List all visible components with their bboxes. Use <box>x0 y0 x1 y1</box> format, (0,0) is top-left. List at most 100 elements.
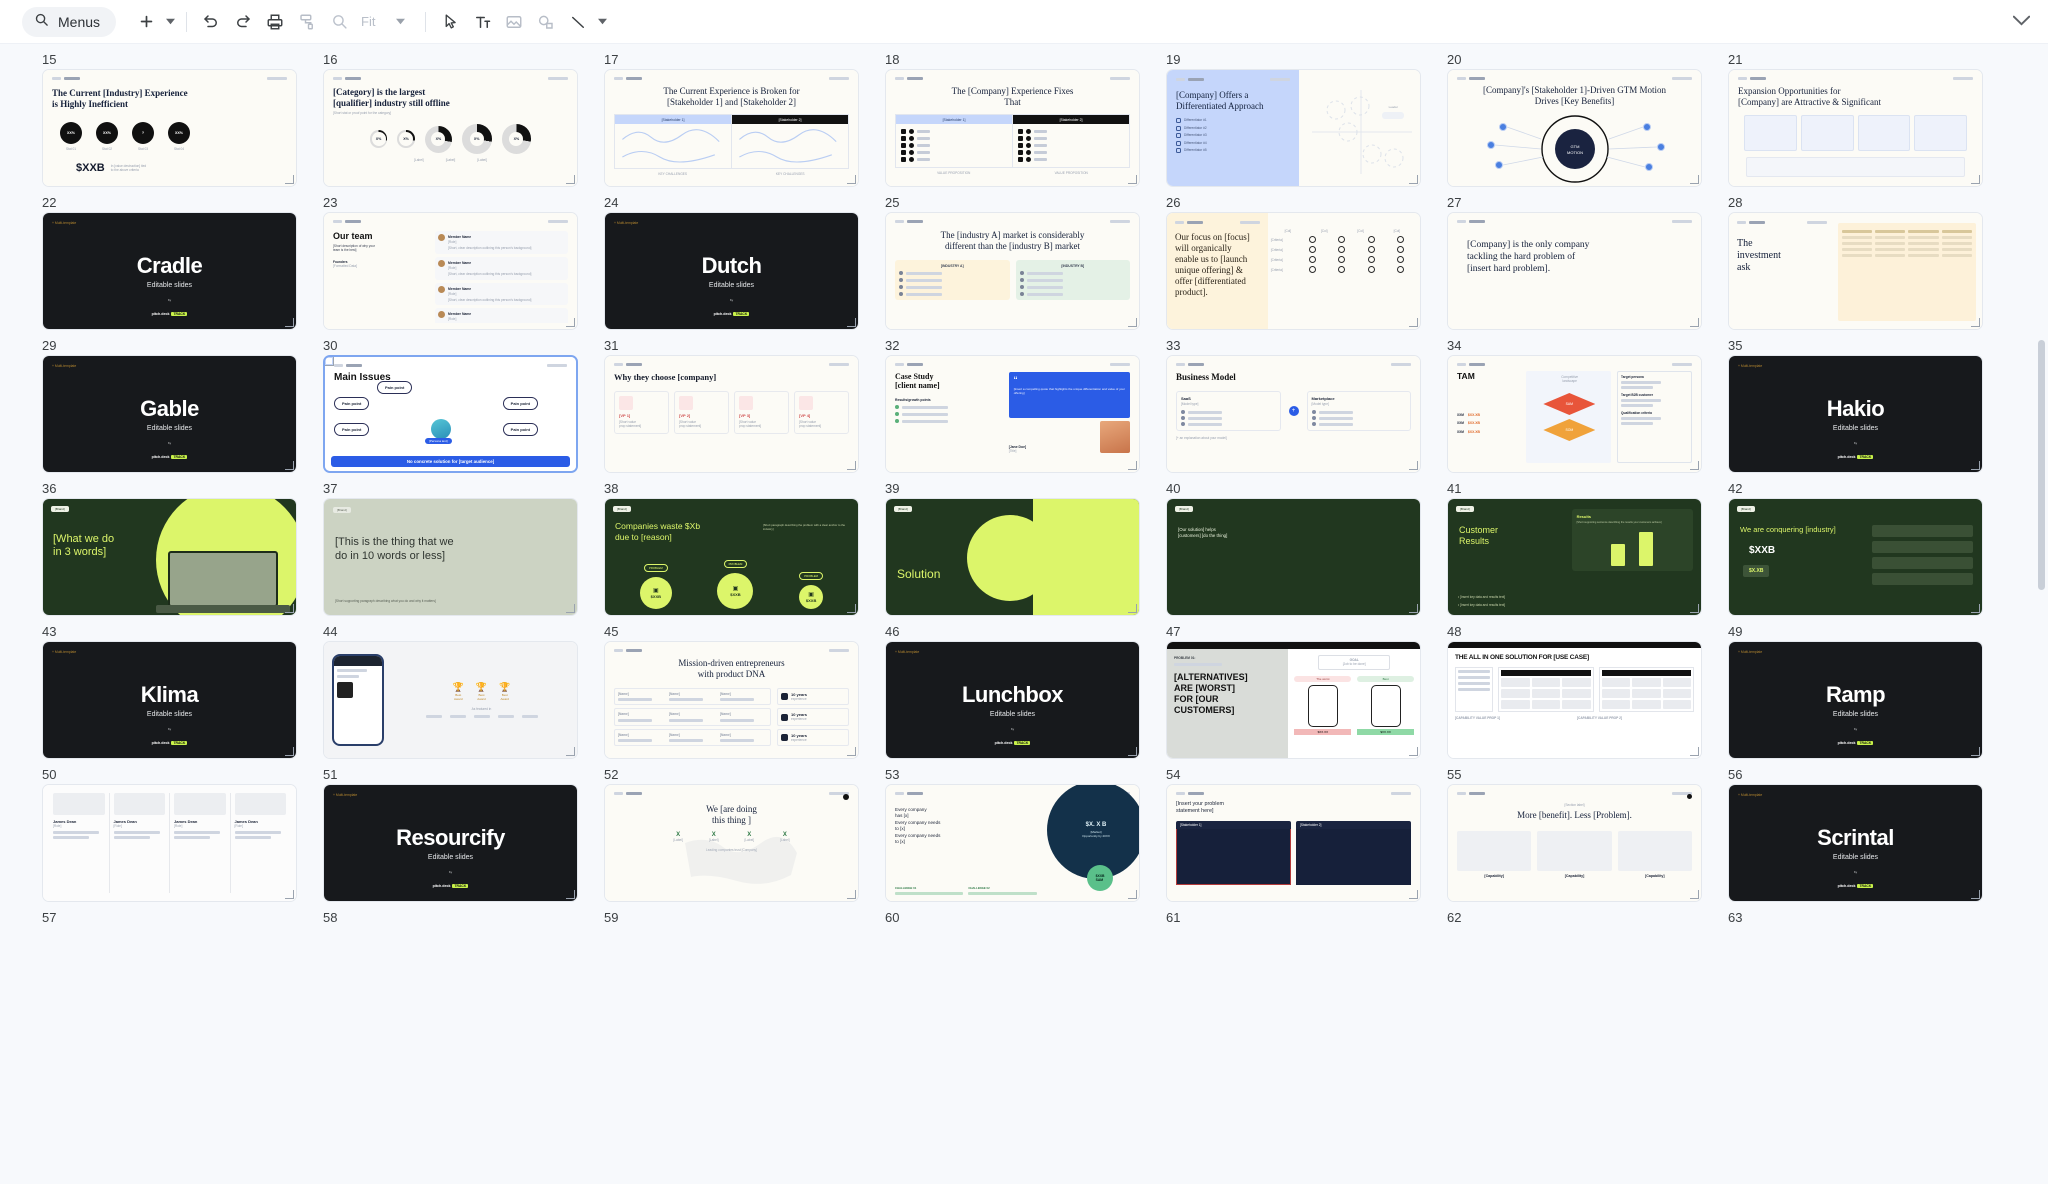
slide-thumbnail[interactable]: THE ALL IN ONE SOLUTION FOR [USE CASE] [… <box>1447 641 1702 759</box>
slide-cell[interactable]: 42 [Brand] We are conquering [industry] … <box>1728 479 2009 622</box>
slide-cell[interactable]: 60 <box>885 908 1166 1051</box>
slide-thumbnail[interactable]: [Brand] Companies waste $Xb due to [reaso… <box>604 498 859 616</box>
select-cursor-icon[interactable] <box>434 6 466 38</box>
slide-cell[interactable]: 39 [Brand] Solution <box>885 479 1166 622</box>
undo-icon[interactable] <box>195 6 227 38</box>
slide-cell[interactable]: 50 James Dean [Role] James Dean [Role] J… <box>42 765 323 908</box>
slide-cell[interactable]: 62 <box>1447 908 1728 1051</box>
slide-cell[interactable]: 44 🏆 Best Award 🏆 Best Award 🏆 Best Award As f… <box>323 622 604 765</box>
slide-thumbnail[interactable]: James Dean [Role] James Dean [Role] Jame… <box>42 784 297 902</box>
slide-cell[interactable]: 22 + Multi-template Cradle Editable slid… <box>42 193 323 336</box>
slide-thumbnail[interactable]: + Multi-template Ramp Editable slides by… <box>1728 641 1983 759</box>
slide-cell[interactable]: 15 The Current [Industry] Experience is H… <box>42 50 323 193</box>
plus-icon[interactable] <box>130 6 162 38</box>
slide-thumbnail[interactable]: [Brand] Solution <box>885 498 1140 616</box>
slide-cell[interactable]: 56 + Multi-template Scrintal Editable sl… <box>1728 765 2009 908</box>
shape-icon[interactable] <box>530 6 562 38</box>
slide-thumbnail[interactable]: [Company] Offers a Differentiated Approac… <box>1166 69 1421 187</box>
slide-thumbnail[interactable]: + Multi-template Lunchbox Editable slide… <box>885 641 1140 759</box>
slide-cell[interactable]: 49 + Multi-template Ramp Editable slides… <box>1728 622 2009 765</box>
slide-cell[interactable]: 24 + Multi-template Dutch Editable slide… <box>604 193 885 336</box>
slide-thumbnail[interactable]: [Section label] More [benefit]. Less [Pr… <box>1447 784 1702 902</box>
slide-cell[interactable]: 19 [Company] Offers a Differentiated Appr… <box>1166 50 1447 193</box>
print-icon[interactable] <box>259 6 291 38</box>
slide-cell[interactable]: 18 The [Company] Experience Fixes That [S… <box>885 50 1166 193</box>
zoom-dropdown-caret[interactable] <box>383 17 417 26</box>
zoom-level-select[interactable]: Fit <box>355 14 417 29</box>
slide-thumbnail[interactable]: [Insert your problem statement here] [Sta… <box>1166 784 1421 902</box>
slide-cell[interactable]: 41 [Brand] Customer Results • [Insert key… <box>1447 479 1728 622</box>
slide-thumbnail[interactable]: [Brand] [What we do in 3 words] <box>42 498 297 616</box>
slide-thumbnail[interactable]: [Company] is the only company tackling th… <box>1447 212 1702 330</box>
slide-cell[interactable]: 46 + Multi-template Lunchbox Editable sl… <box>885 622 1166 765</box>
slide-cell[interactable]: 37 [Brand] [This is the thing that we do … <box>323 479 604 622</box>
line-icon[interactable] <box>562 6 594 38</box>
zoom-icon[interactable] <box>323 6 355 38</box>
paint-format-icon[interactable] <box>291 6 323 38</box>
slide-cell[interactable]: 25 The [industry A] market is considerab… <box>885 193 1166 336</box>
slide-thumbnail[interactable]: Expansion Opportunities for [Company] are… <box>1728 69 1983 187</box>
slide-cell[interactable]: 51 + Multi-template Resourcify Editable … <box>323 765 604 908</box>
slide-thumbnail[interactable]: [Brand] We are conquering [industry] $XX… <box>1728 498 1983 616</box>
slide-thumbnail[interactable]: 🏆 Best Award 🏆 Best Award 🏆 Best Award As feat… <box>323 641 578 759</box>
slide-cell[interactable]: 47 PROBLEM 01: [ALTERNATIVES] ARE [WORST]… <box>1166 622 1447 765</box>
vertical-scrollbar[interactable] <box>2037 90 2046 1184</box>
slide-cell[interactable]: 55 [Section label] More [benefit]. Less … <box>1447 765 1728 908</box>
slide-thumbnail[interactable]: Our focus on [focus] will organically enab… <box>1166 212 1421 330</box>
scrollbar-thumb[interactable] <box>2038 340 2045 590</box>
slide-thumbnail[interactable]: Main Issues Pain point Pain point Pain p… <box>323 355 578 473</box>
slide-thumbnail[interactable]: TAM XXM $XX.XB XXM $XX.XB XXM $XX.XB Competit… <box>1447 355 1702 473</box>
slide-thumbnail[interactable]: Every company has [x] Every company needs t… <box>885 784 1140 902</box>
slide-thumbnail[interactable]: [Brand] [This is the thing that we do in … <box>323 498 578 616</box>
slide-thumbnail[interactable]: We [are doing this thing ] X [Label] X [Labe… <box>604 784 859 902</box>
slide-thumbnail[interactable]: PROBLEM 01: [ALTERNATIVES] ARE [WORST] FOR… <box>1166 641 1421 759</box>
slide-thumbnail[interactable]: [Category] is the largest [qualifier] ind… <box>323 69 578 187</box>
slide-thumbnail[interactable]: The Current [Industry] Experience is High… <box>42 69 297 187</box>
slide-cell[interactable]: 29 + Multi-template Gable Editable slide… <box>42 336 323 479</box>
slide-cell[interactable]: 28 The investment ask <box>1728 193 2009 336</box>
slide-thumbnail[interactable]: + Multi-template Dutch Editable slides b… <box>604 212 859 330</box>
slide-thumbnail[interactable]: + Multi-template Resourcify Editable sli… <box>323 784 578 902</box>
insert-image-icon[interactable] <box>498 6 530 38</box>
slide-cell[interactable]: 31 Why they choose [company] [VP 1] [Sho… <box>604 336 885 479</box>
redo-icon[interactable] <box>227 6 259 38</box>
slide-cell[interactable]: 27 [Company] is the only company tackling… <box>1447 193 1728 336</box>
slide-thumbnail[interactable]: The [industry A] market is considerably d… <box>885 212 1140 330</box>
slide-thumbnail[interactable]: Mission-driven entrepreneurs with product… <box>604 641 859 759</box>
slide-thumbnail[interactable]: The Current Experience is Broken for [Sta… <box>604 69 859 187</box>
slide-thumbnail[interactable]: Our team [Short description of why your t… <box>323 212 578 330</box>
slide-cell[interactable]: 20 [Company]'s [Stakeholder 1]-Driven GT… <box>1447 50 1728 193</box>
slide-cell[interactable]: 35 + Multi-template Hakio Editable slide… <box>1728 336 2009 479</box>
slide-thumbnail[interactable]: + Multi-template Hakio Editable slides b… <box>1728 355 1983 473</box>
slide-cell[interactable]: 33 Business Model SaaS [Model type] + Ma… <box>1166 336 1447 479</box>
slide-thumbnail[interactable]: + Multi-template Gable Editable slides b… <box>42 355 297 473</box>
text-box-icon[interactable] <box>466 6 498 38</box>
slide-cell[interactable]: 32 Case Study [client name] Results/growt… <box>885 336 1166 479</box>
slide-cell[interactable]: 57 <box>42 908 323 1051</box>
collapse-toolbar-caret[interactable] <box>2012 13 2031 31</box>
slide-cell[interactable]: 26 Our focus on [focus] will organically e… <box>1166 193 1447 336</box>
slide-thumbnail[interactable]: [Brand] [Our solution] helps [customers] … <box>1166 498 1421 616</box>
slide-cell[interactable]: 40 [Brand] [Our solution] helps [customer… <box>1166 479 1447 622</box>
slide-cell[interactable]: 54 [Insert your problem statement here] [… <box>1166 765 1447 908</box>
slide-thumbnail[interactable]: [Company]'s [Stakeholder 1]-Driven GTM M… <box>1447 69 1702 187</box>
slide-cell[interactable]: 43 + Multi-template Klima Editable slide… <box>42 622 323 765</box>
slide-thumbnail[interactable]: + Multi-template Scrintal Editable slide… <box>1728 784 1983 902</box>
slide-thumbnail[interactable]: + Multi-template Klima Editable slides b… <box>42 641 297 759</box>
slide-cell[interactable]: 48 THE ALL IN ONE SOLUTION FOR [USE CASE… <box>1447 622 1728 765</box>
slide-cell[interactable]: 61 <box>1166 908 1447 1051</box>
slide-thumbnail[interactable]: Why they choose [company] [VP 1] [Short … <box>604 355 859 473</box>
plus-dropdown-caret[interactable] <box>162 7 178 37</box>
menus-button[interactable]: Menus <box>22 6 117 37</box>
slide-cell[interactable]: 36 [Brand] [What we do in 3 words] <box>42 479 323 622</box>
slide-cell[interactable]: 52 We [are doing this thing ] X [Label] X [L… <box>604 765 885 908</box>
slide-cell[interactable]: 38 [Brand] Companies waste $Xb due to [re… <box>604 479 885 622</box>
slide-thumbnail[interactable]: Business Model SaaS [Model type] + Marke… <box>1166 355 1421 473</box>
slide-cell[interactable]: 34 TAM XXM $XX.XB XXM $XX.XB XXM $XX.XB Compe… <box>1447 336 1728 479</box>
slide-thumbnail[interactable]: The investment ask <box>1728 212 1983 330</box>
slide-cell[interactable]: 63 <box>1728 908 2009 1051</box>
slide-cell[interactable]: 45 Mission-driven entrepreneurs with prod… <box>604 622 885 765</box>
slide-thumbnail[interactable]: [Brand] Customer Results • [Insert key da… <box>1447 498 1702 616</box>
slide-cell[interactable]: 30 Main Issues Pain point Pain point Pai… <box>323 336 604 479</box>
slide-thumbnail[interactable]: + Multi-template Cradle Editable slides … <box>42 212 297 330</box>
